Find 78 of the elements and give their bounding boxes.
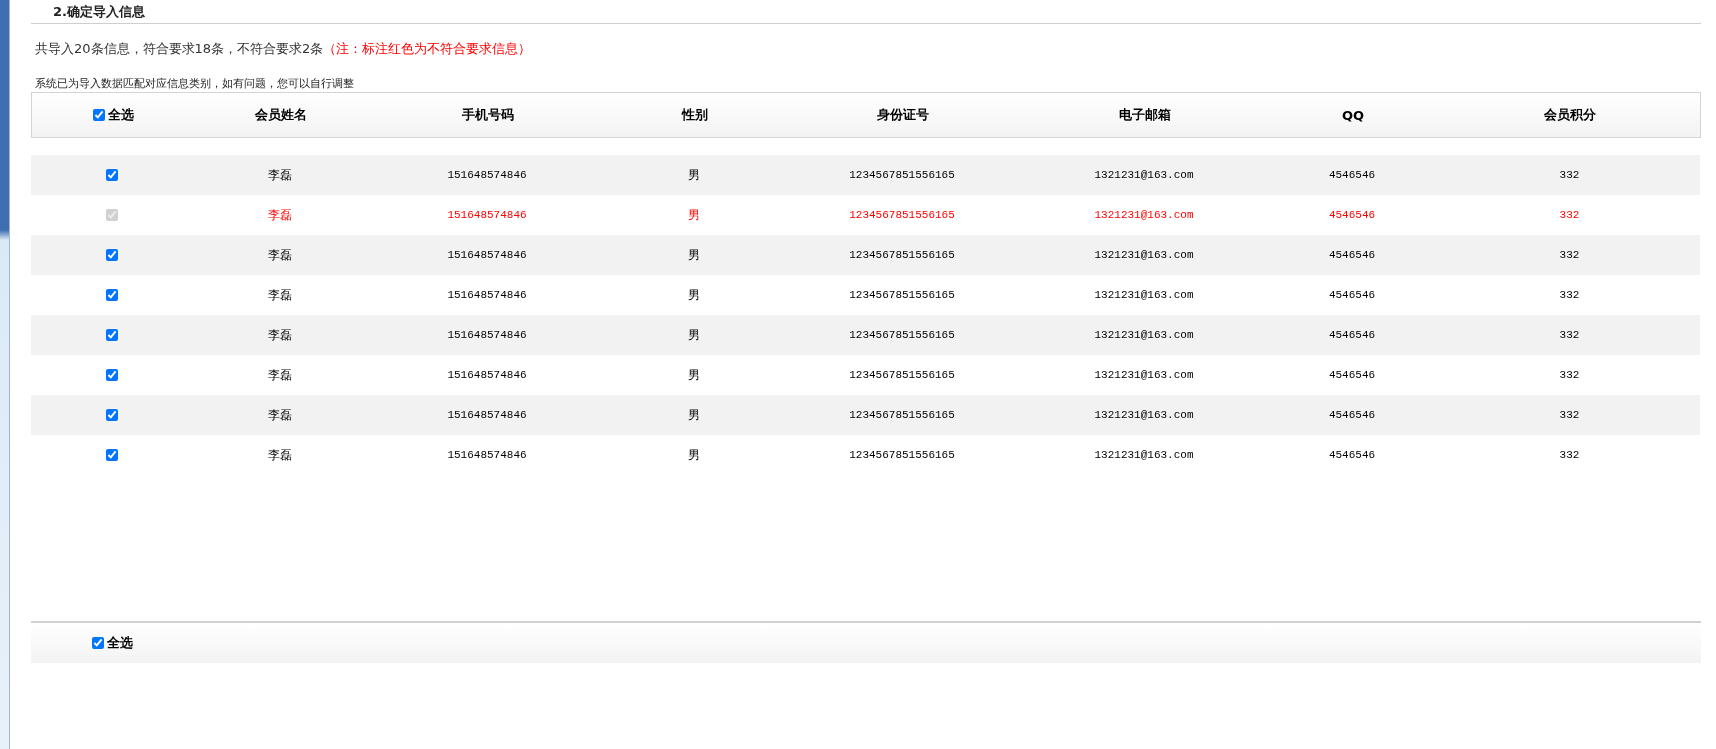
section-title: 2.确定导入信息: [53, 2, 145, 21]
table-cell-text: 李磊: [267, 406, 293, 424]
table-cell-text: 1321231@163.com: [1093, 449, 1195, 461]
table-cell-text: 男: [687, 366, 701, 384]
select-all-checkbox[interactable]: [91, 637, 104, 649]
table-cell-text: 4546546: [1327, 289, 1377, 301]
table-cell-text: 1234567851556165: [848, 449, 956, 461]
table-cell-text: 151648574846: [446, 329, 528, 341]
table-cell-text: 4546546: [1327, 169, 1377, 181]
table-cell-text: 1321231@163.com: [1093, 289, 1195, 301]
table-cell-text: 151648574846: [446, 289, 528, 301]
row-checkbox[interactable]: [106, 449, 118, 461]
table-cell-text: 男: [687, 406, 701, 424]
column-header: 性别: [680, 106, 709, 124]
table-cell-text: 男: [687, 326, 701, 344]
row-checkbox[interactable]: [106, 329, 118, 341]
column-header: 身份证号: [876, 106, 930, 124]
select-all-checkbox[interactable]: [92, 109, 105, 121]
table-cell-text: 李磊: [267, 246, 293, 264]
table-cell-text: 4546546: [1327, 369, 1377, 381]
summary-note: （注：标注红色为不符合要求信息）: [323, 40, 532, 58]
table-cell-text: 151648574846: [446, 409, 528, 421]
summary-text: 共导入20条信息，符合要求18条，不符合要求2条: [35, 40, 324, 58]
table-cell-text: 1234567851556165: [848, 249, 956, 261]
table-cell-text: 男: [687, 446, 701, 464]
row-checkbox[interactable]: [106, 289, 118, 301]
column-header: 会员积分: [1543, 106, 1597, 124]
row-checkbox[interactable]: [106, 169, 118, 181]
table-cell-text: 李磊: [267, 326, 293, 344]
table-cell-text: 332: [1558, 289, 1581, 301]
table-cell-text: 4546546: [1327, 409, 1377, 421]
table-cell-text: 1234567851556165: [848, 289, 956, 301]
table-cell-text: 332: [1558, 409, 1581, 421]
table-cell-text: 4546546: [1327, 249, 1377, 261]
table-cell-text: 1234567851556165: [848, 369, 956, 381]
table-cell-text: 1321231@163.com: [1093, 249, 1195, 261]
table-cell-text: 1321231@163.com: [1093, 369, 1195, 381]
table-cell-text: 李磊: [267, 286, 293, 304]
table-cell-text: 李磊: [267, 446, 293, 464]
table-cell-text: 男: [687, 246, 701, 264]
column-header: QQ: [1340, 107, 1366, 123]
row-checkbox[interactable]: [106, 249, 118, 261]
table-cell-text: 151648574846: [446, 449, 528, 461]
column-header: 电子邮箱: [1118, 106, 1172, 124]
table-cell-text: 332: [1558, 209, 1581, 221]
table-cell-text: 151648574846: [446, 249, 528, 261]
table-cell-text: 4546546: [1327, 449, 1377, 461]
table-cell-text: 332: [1558, 249, 1581, 261]
column-header: 会员姓名: [254, 106, 308, 124]
column-header: 手机号码: [461, 106, 515, 124]
table-cell-text: 4546546: [1327, 329, 1377, 341]
table-cell-text: 332: [1558, 169, 1581, 181]
table-cell-text: 1321231@163.com: [1093, 329, 1195, 341]
table-cell-text: 332: [1558, 449, 1581, 461]
table-cell-text: 李磊: [267, 206, 293, 224]
table-cell-text: 男: [687, 286, 701, 304]
table-cell-text: 332: [1558, 329, 1581, 341]
table-cell-text: 李磊: [267, 166, 293, 184]
table-cell-text: 1234567851556165: [848, 209, 956, 221]
select-all-label: 全选: [106, 634, 133, 652]
table-cell-text: 男: [687, 206, 701, 224]
table-cell-text: 4546546: [1327, 209, 1377, 221]
row-checkbox[interactable]: [106, 409, 118, 421]
table-cell-text: 李磊: [267, 366, 293, 384]
table-cell-text: 1234567851556165: [848, 329, 956, 341]
table-cell-text: 1321231@163.com: [1093, 169, 1195, 181]
table-cell-text: 151648574846: [446, 169, 528, 181]
table-cell-text: 1234567851556165: [848, 169, 956, 181]
table-cell-text: 1321231@163.com: [1093, 209, 1195, 221]
table-cell-text: 332: [1558, 369, 1581, 381]
table-cell-text: 151648574846: [446, 369, 528, 381]
select-all-label: 全选: [107, 106, 134, 124]
table-cell-text: 1321231@163.com: [1093, 409, 1195, 421]
hint-text: 系统已为导入数据匹配对应信息类别，如有问题，您可以自行调整: [35, 76, 355, 92]
table-cell-text: 1234567851556165: [848, 409, 956, 421]
table-cell-text: 151648574846: [446, 209, 528, 221]
table-cell-text: 男: [687, 166, 701, 184]
row-checkbox[interactable]: [106, 369, 118, 381]
